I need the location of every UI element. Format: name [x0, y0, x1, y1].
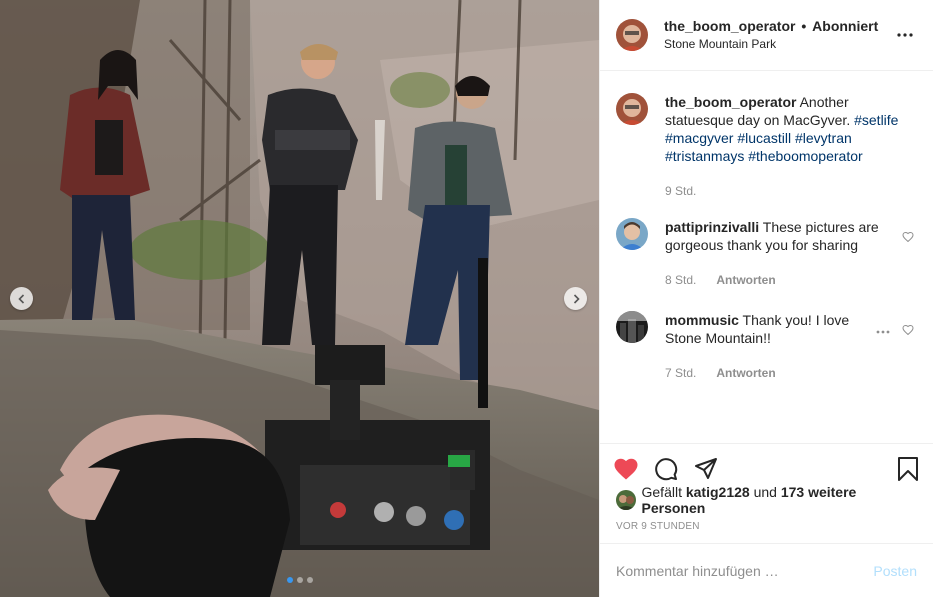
commenter-avatar[interactable]	[616, 218, 648, 250]
comment-input[interactable]	[616, 562, 874, 579]
reply-button[interactable]: Antworten	[716, 271, 775, 289]
liker-username[interactable]: katig2128	[686, 484, 750, 500]
comment-time[interactable]: 7 Std.	[665, 364, 696, 382]
hashtag-link[interactable]: #levytran	[795, 130, 852, 146]
bookmark-icon	[898, 457, 918, 481]
author-username[interactable]: the_boom_operator	[664, 18, 795, 34]
post-location[interactable]: Stone Mountain Park	[664, 35, 893, 53]
carousel-dot	[286, 577, 293, 583]
avatar-image	[616, 311, 648, 343]
carousel-indicator	[0, 577, 599, 583]
liker-avatar[interactable]	[616, 490, 636, 510]
caption: the_boom_operator Another statuesque day…	[616, 93, 917, 200]
more-horizontal-icon	[897, 33, 913, 37]
comments-list[interactable]: the_boom_operator Another statuesque day…	[600, 72, 933, 443]
likes-summary: Gefällt katig2128 und 173 weitere Person…	[600, 484, 933, 516]
heart-filled-icon	[614, 458, 638, 480]
heart-outline-icon	[902, 231, 914, 243]
likes-middle: und	[749, 484, 781, 500]
hashtag-link[interactable]: #lucastill	[737, 130, 791, 146]
commenter-username[interactable]: mommusic	[665, 312, 739, 328]
like-button[interactable]	[614, 458, 638, 480]
post-timestamp[interactable]: VOR 9 STUNDEN	[600, 521, 933, 532]
post-actions-section: Gefällt katig2128 und 173 weitere Person…	[600, 443, 933, 532]
author-avatar[interactable]	[616, 19, 648, 51]
post-comment-button[interactable]: Posten	[873, 563, 917, 579]
reply-button[interactable]: Antworten	[716, 364, 775, 382]
caption-avatar[interactable]	[616, 93, 648, 125]
commenter-avatar[interactable]	[616, 311, 648, 343]
heart-outline-icon	[902, 324, 914, 336]
comment-item: mommusic Thank you! I love Stone Mountai…	[616, 311, 917, 382]
avatar-image	[616, 218, 648, 250]
follow-status-button[interactable]: Abonniert	[812, 18, 878, 34]
share-icon	[695, 458, 717, 479]
carousel-dot	[296, 577, 303, 583]
hashtag-link[interactable]: #tristanmays	[665, 148, 744, 164]
hashtag-link[interactable]: #macgyver	[665, 130, 733, 146]
commenter-username[interactable]: pattiprinzivalli	[665, 219, 759, 235]
comment-button[interactable]	[654, 457, 678, 481]
chevron-right-icon	[573, 293, 580, 304]
chevron-left-icon	[17, 293, 24, 304]
carousel-prev-button[interactable]	[10, 287, 33, 310]
more-options-button[interactable]	[893, 33, 917, 37]
post-header: the_boom_operator • Abonniert Stone Moun…	[600, 0, 933, 71]
more-horizontal-icon	[876, 330, 890, 334]
caption-time[interactable]: 9 Std.	[665, 182, 696, 200]
like-comment-button[interactable]	[902, 229, 914, 245]
comment-time[interactable]: 8 Std.	[665, 271, 696, 289]
carousel-next-button[interactable]	[564, 287, 587, 310]
hashtag-link[interactable]: #theboomoperator	[748, 148, 862, 164]
header-separator: •	[801, 18, 807, 34]
share-button[interactable]	[694, 457, 718, 481]
avatar-image	[616, 19, 648, 51]
comment-icon	[655, 458, 678, 481]
save-button[interactable]	[897, 457, 919, 481]
hashtag-link[interactable]: #setlife	[854, 112, 898, 128]
post-sidebar: the_boom_operator • Abonniert Stone Moun…	[599, 0, 933, 597]
post-photo	[0, 0, 599, 597]
likes-prefix: Gefällt	[641, 484, 686, 500]
add-comment-section: Posten	[600, 543, 933, 597]
post-media[interactable]	[0, 0, 599, 597]
comment-options-button[interactable]	[876, 321, 890, 337]
avatar-image	[616, 93, 648, 125]
comment-item: pattiprinzivalli These pictures are gorg…	[616, 218, 917, 289]
avatar-image	[616, 490, 636, 510]
instagram-post: the_boom_operator • Abonniert Stone Moun…	[0, 0, 933, 597]
carousel-dot	[306, 577, 313, 583]
caption-username[interactable]: the_boom_operator	[665, 94, 796, 110]
like-comment-button[interactable]	[902, 322, 914, 338]
